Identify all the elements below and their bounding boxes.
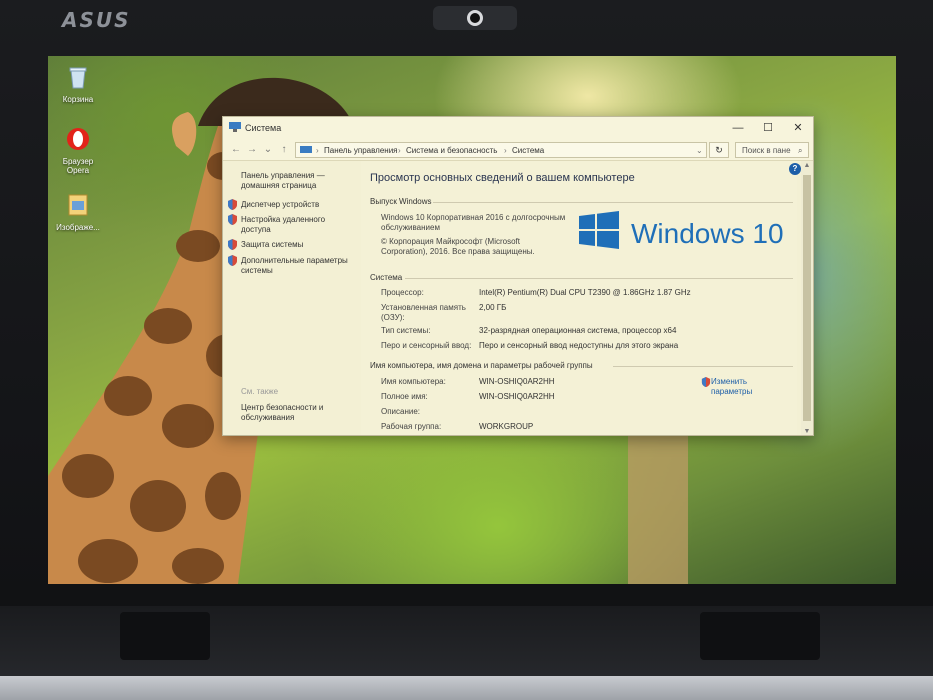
processor-value: Intel(R) Pentium(R) Dual CPU T2390 @ 1.8…: [479, 288, 691, 297]
help-icon[interactable]: ?: [789, 163, 801, 175]
device-manager-link[interactable]: Диспетчер устройств: [241, 200, 353, 210]
remote-settings-link[interactable]: Настройка удаленного доступа: [241, 215, 353, 235]
system-type-value: 32-разрядная операционная система, проце…: [479, 326, 677, 335]
search-icon: ⌕: [798, 146, 803, 155]
system-window: Система — ☐ ✕ ← → ⌄ ↑ › Панель управлени…: [222, 116, 814, 436]
main-content: Просмотр основных сведений о вашем компь…: [361, 161, 797, 435]
desktop-icon-label: Изображе...: [56, 223, 100, 232]
breadcrumb-system[interactable]: Система: [512, 146, 544, 155]
address-dropdown-icon[interactable]: ⌄: [696, 146, 703, 155]
change-settings-link[interactable]: Изменить параметры: [711, 377, 781, 397]
scroll-up-icon[interactable]: ▲: [801, 161, 813, 171]
breadcrumb-separator-icon: ›: [398, 146, 401, 155]
desktop-icon-image[interactable]: Изображе...: [52, 192, 104, 232]
maximize-button[interactable]: ☐: [755, 119, 781, 137]
memory-label: Установленная память (ОЗУ):: [381, 303, 466, 322]
desktop-icon-label: Браузер Opera: [62, 157, 94, 175]
processor-label: Процессор:: [381, 288, 424, 297]
workgroup-value: WORKGROUP: [479, 422, 534, 431]
search-input[interactable]: Поиск в пане ⌕: [735, 142, 809, 158]
left-navigation-pane: Панель управления — домашняя страница Ди…: [223, 161, 359, 435]
address-bar: ← → ⌄ ↑ › Панель управления › Система и …: [223, 139, 813, 161]
system-protection-link[interactable]: Защита системы: [241, 240, 353, 250]
full-name-value: WIN-OSHIQ0AR2HH: [479, 392, 555, 401]
vertical-scrollbar[interactable]: ▲ ▼: [801, 161, 813, 435]
system-type-label: Тип системы:: [381, 326, 431, 335]
page-title: Просмотр основных сведений о вашем компь…: [370, 172, 635, 184]
pen-touch-label: Перо и сенсорный ввод:: [381, 341, 472, 350]
close-button[interactable]: ✕: [785, 119, 811, 137]
desktop-icon-label: Корзина: [62, 95, 94, 104]
forward-arrow-icon[interactable]: →: [245, 143, 259, 157]
windows-10-logo-text: Windows 10: [631, 218, 784, 249]
pen-touch-value: Перо и сенсорный ввод недоступны для это…: [479, 341, 679, 350]
description-label: Описание:: [381, 407, 421, 416]
section-divider: [613, 366, 793, 367]
address-field[interactable]: › Панель управления › Система и безопасн…: [295, 142, 707, 158]
shield-icon: [228, 239, 237, 250]
section-system-title: Система: [370, 273, 403, 282]
shield-icon: [228, 214, 237, 225]
section-divider: [433, 202, 793, 203]
shield-icon: [228, 255, 237, 266]
memory-value: 2,00 ГБ: [479, 303, 507, 312]
webcam-lens: [467, 10, 483, 26]
opera-icon: [67, 128, 89, 150]
desktop-icon-opera[interactable]: Браузер Opera: [52, 126, 104, 175]
computer-name-value: WIN-OSHIQ0AR2HH: [479, 377, 555, 386]
back-arrow-icon[interactable]: ←: [229, 143, 243, 157]
scroll-thumb[interactable]: [803, 175, 811, 421]
hinge-right: [700, 612, 820, 660]
brand-logo: ASUS: [62, 8, 131, 32]
security-center-link[interactable]: Центр безопасности и обслуживания: [241, 403, 353, 423]
breadcrumb-control-panel[interactable]: Панель управления: [324, 146, 398, 155]
shield-icon: [228, 199, 237, 210]
edition-value: Windows 10 Корпоративная 2016 с долгосро…: [381, 213, 566, 232]
copyright-text: © Корпорация Майкрософт (Microsoft Corpo…: [381, 237, 535, 256]
recent-dropdown-icon[interactable]: ⌄: [261, 143, 275, 157]
scroll-down-icon[interactable]: ▼: [801, 427, 813, 435]
up-arrow-icon[interactable]: ↑: [277, 143, 291, 157]
image-file-icon: [68, 194, 88, 216]
section-computer-title: Имя компьютера, имя домена и параметры р…: [370, 361, 593, 370]
workgroup-label: Рабочая группа:: [381, 422, 442, 431]
control-panel-icon: [300, 146, 312, 153]
section-divider: [405, 278, 793, 279]
breadcrumb-separator-icon: ›: [316, 146, 319, 155]
minimize-button[interactable]: —: [725, 119, 751, 137]
hinge-left: [120, 612, 210, 660]
refresh-icon[interactable]: ↻: [709, 142, 729, 158]
full-name-label: Полное имя:: [381, 392, 428, 401]
search-placeholder: Поиск в пане: [742, 146, 791, 155]
section-edition-title: Выпуск Windows: [370, 197, 432, 206]
shield-icon: [701, 377, 711, 387]
see-also-heading: См. также: [241, 387, 279, 396]
breadcrumb-separator-icon: ›: [504, 146, 507, 155]
computer-icon: [229, 122, 241, 132]
computer-name-label: Имя компьютера:: [381, 377, 446, 386]
palmrest-trim: [0, 676, 933, 700]
recycle-bin-icon: [69, 67, 87, 89]
windows-logo-icon: [579, 211, 619, 249]
window-title: Система: [245, 123, 282, 133]
control-panel-home-link[interactable]: Панель управления — домашняя страница: [241, 171, 353, 191]
title-bar[interactable]: Система — ☐ ✕: [223, 117, 813, 139]
breadcrumb-security[interactable]: Система и безопасность: [406, 146, 497, 155]
advanced-settings-link[interactable]: Дополнительные параметры системы: [241, 256, 353, 276]
desktop-icon-recycle-bin[interactable]: Корзина: [52, 64, 104, 104]
